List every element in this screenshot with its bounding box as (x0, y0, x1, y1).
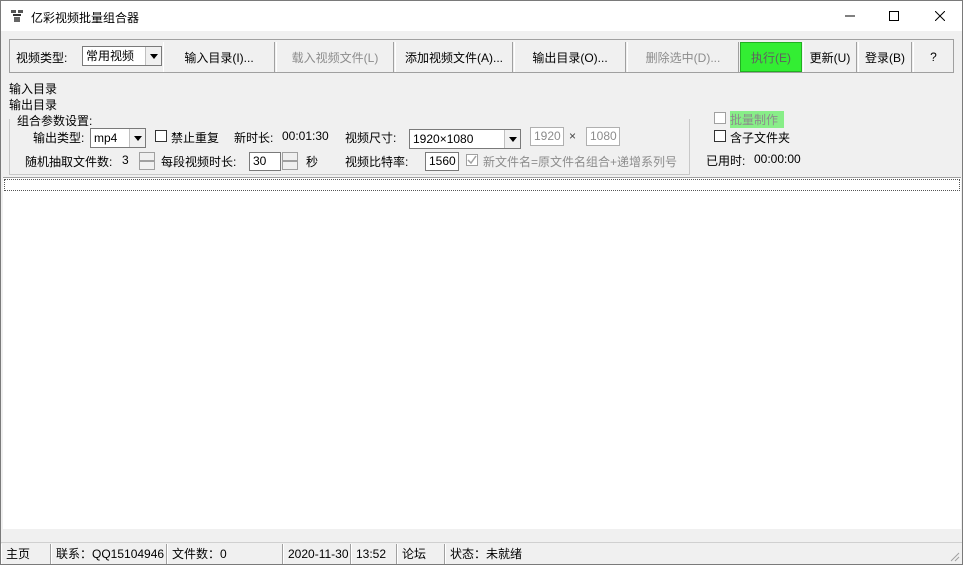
resize-grip-icon[interactable] (948, 550, 960, 562)
checkmark-icon (467, 155, 477, 165)
new-duration-value: 00:01:30 (282, 129, 329, 143)
video-size-value: 1920×1080 (413, 132, 474, 146)
width-input[interactable]: 1920 (530, 127, 564, 146)
help-button[interactable]: ? (913, 42, 953, 72)
close-icon (935, 11, 945, 21)
window-title: 亿彩视频批量组合器 (31, 11, 140, 25)
new-filename-checkbox[interactable] (466, 154, 478, 166)
no-repeat-checkbox[interactable] (155, 130, 167, 142)
no-repeat-label: 禁止重复 (171, 131, 220, 145)
output-dir-label: 输出目录 (9, 98, 58, 112)
login-button[interactable]: 登录(B) (858, 42, 912, 72)
chevron-down-icon (129, 129, 145, 147)
status-text: 状态：未就绪 (445, 544, 945, 564)
spin-down-icon[interactable] (282, 161, 298, 170)
video-size-select[interactable]: 1920×1080 (409, 129, 521, 149)
output-dir-button[interactable]: 输出目录(O)... (514, 42, 626, 72)
date-text: 2020-11-30 (283, 544, 351, 564)
contact-text: 联系：QQ15104946 (51, 544, 167, 564)
seconds-unit: 秒 (306, 155, 319, 169)
subfolder-label: 含子文件夹 (730, 131, 791, 145)
elapsed-value: 00:00:00 (754, 152, 801, 166)
app-logo-icon (10, 9, 24, 23)
segment-duration-spinner[interactable] (282, 152, 298, 170)
random-files-spinner[interactable] (139, 152, 155, 170)
list-focus-row[interactable] (4, 179, 960, 191)
spin-up-icon[interactable] (139, 152, 155, 161)
height-input[interactable]: 1080 (586, 127, 620, 146)
video-type-value: 常用视频 (86, 49, 135, 63)
output-type-label: 输出类型: (33, 131, 85, 145)
combine-settings-title: 组合参数设置: (15, 112, 95, 129)
spin-down-icon[interactable] (139, 161, 155, 170)
execute-button[interactable]: 执行(E) (740, 42, 802, 72)
app-window: 亿彩视频批量组合器 视频类型: 常用视频 输入目录(I)... 载入视频文件(L… (0, 0, 963, 565)
time-text: 13:52 (351, 544, 397, 564)
input-dir-label: 输入目录 (9, 82, 58, 96)
file-count: 文件数：0 (167, 544, 283, 564)
output-type-select[interactable]: mp4 (90, 128, 146, 148)
input-dir-button[interactable]: 输入目录(I)... (163, 42, 275, 72)
bitrate-label: 视频比特率: (345, 155, 409, 169)
spin-up-icon[interactable] (282, 152, 298, 161)
output-type-value: mp4 (94, 131, 118, 145)
video-type-select[interactable]: 常用视频 (82, 46, 162, 66)
random-files-label: 随机抽取文件数: (25, 155, 113, 169)
delete-selected-button[interactable]: 删除选中(D)... (627, 42, 739, 72)
minimize-icon (845, 15, 855, 17)
segment-duration-input[interactable]: 30 (249, 152, 281, 171)
title-bar: 亿彩视频批量组合器 (1, 1, 962, 31)
chevron-down-icon (504, 130, 520, 148)
elapsed-label: 已用时: (706, 154, 746, 168)
toolbar: 视频类型: 常用视频 输入目录(I)... 载入视频文件(L) 添加视频文件(A… (9, 39, 954, 73)
chevron-down-icon (145, 47, 161, 65)
load-video-files-button[interactable]: 载入视频文件(L) (276, 42, 394, 72)
minimize-button[interactable] (827, 1, 873, 31)
subfolder-checkbox[interactable] (714, 130, 726, 142)
close-button[interactable] (917, 1, 963, 31)
forum-link[interactable]: 论坛 (397, 544, 445, 564)
segment-duration-label: 每段视频时长: (161, 155, 237, 169)
file-list[interactable] (3, 177, 961, 529)
new-duration-label: 新时长: (234, 131, 274, 145)
status-bar: 主页 联系：QQ15104946 文件数：0 2020-11-30 13:52 … (1, 542, 962, 564)
maximize-button[interactable] (871, 1, 917, 31)
bitrate-input[interactable]: 1560 (425, 152, 459, 171)
home-link[interactable]: 主页 (1, 544, 51, 564)
add-video-files-button[interactable]: 添加视频文件(A)... (395, 42, 513, 72)
batch-label: 批量制作 (730, 111, 785, 128)
video-size-label: 视频尺寸: (345, 131, 397, 145)
video-type-label: 视频类型: (16, 51, 68, 65)
batch-checkbox[interactable] (714, 112, 726, 124)
times-sign: × (569, 129, 577, 143)
random-files-value: 3 (122, 153, 129, 167)
maximize-icon (889, 11, 899, 21)
new-filename-label: 新文件名=原文件名组合+递增系列号 (483, 155, 678, 169)
update-button[interactable]: 更新(U) (803, 42, 857, 72)
